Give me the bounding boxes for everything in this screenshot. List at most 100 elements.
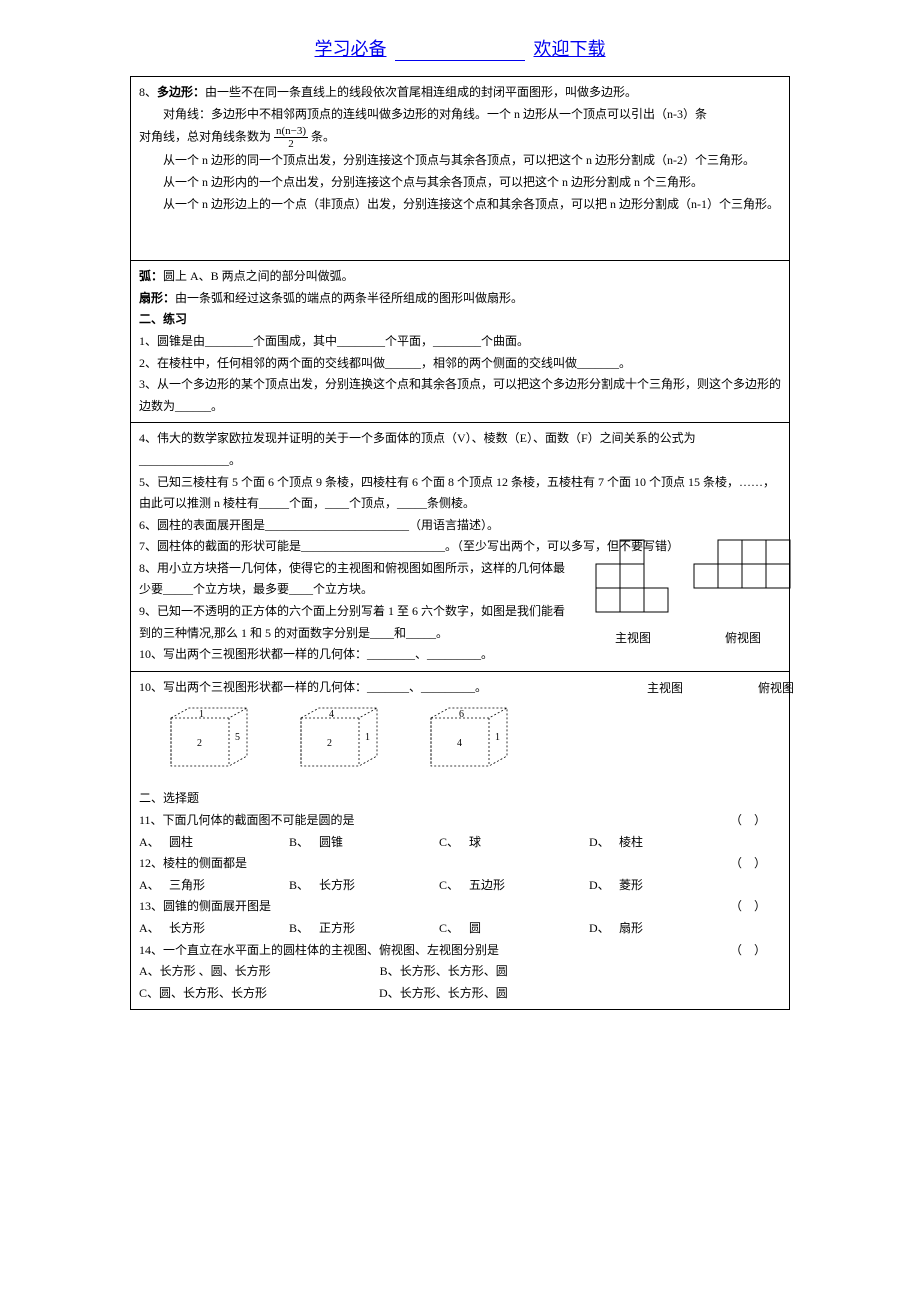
q4: 4、伟大的数学家欧拉发现并证明的关于一个多面体的顶点（V）、棱数（E）、面数（F… <box>139 428 781 471</box>
split-inside: 从一个 n 边形内的一个点出发，分别连接这个点与其余各顶点，可以把这个 n 边形… <box>139 172 781 194</box>
cube2-top: 4 <box>329 709 334 720</box>
split-vertex: 从一个 n 边形的同一个顶点出发，分别连接这个顶点与其余各顶点，可以把这个 n … <box>139 150 781 172</box>
front-view-label: 主视图 <box>594 628 672 650</box>
diag-count-b: 条。 <box>311 130 335 144</box>
arc-label: 弧： <box>139 269 163 283</box>
q1: 1、圆锥是由________个面围成，其中________个平面，_______… <box>139 331 781 353</box>
cube3-front: 4 <box>457 738 462 749</box>
q6: 6、圆柱的表面展开图是________________________（用语言描… <box>139 515 781 537</box>
q11-row: 11、下面几何体的截面图不可能是圆的是 （ ） <box>139 810 781 832</box>
opt-b: 长方形、长方形、圆 <box>400 961 508 983</box>
arc-text: 圆上 A、B 两点之间的部分叫做弧。 <box>163 269 354 283</box>
diag-count: 对角线，总对角线条数为 n(n−3) 2 条。 <box>139 125 781 150</box>
q14-text: 14、一个直立在水平面上的圆柱体的主视图、俯视图、左视图分别是 <box>139 943 499 957</box>
opt-c: 圆 <box>469 918 589 940</box>
opt-c: 五边形 <box>469 875 589 897</box>
section-arc-exercise: 弧：圆上 A、B 两点之间的部分叫做弧。 扇形：由一条弧和经过这条弧的端点的两条… <box>130 261 790 423</box>
poly-text: 由一些不在同一条直线上的线段依次首尾相连组成的封闭平面图形，叫做多边形。 <box>205 85 637 99</box>
frac-num: n(n−3) <box>274 125 308 138</box>
poly-def: 8、多边形：由一些不在同一条直线上的线段依次首尾相连组成的封闭平面图形，叫做多边… <box>139 82 781 104</box>
q12-paren: （ ） <box>730 853 766 875</box>
poly-label: 多边形： <box>157 85 205 99</box>
opt-d-lab: D、 <box>379 983 400 1005</box>
cube1-front: 2 <box>197 738 202 749</box>
q5: 5、已知三棱柱有 5 个面 6 个顶点 9 条棱，四棱柱有 6 个面 8 个顶点… <box>139 472 781 515</box>
top-view-2: 俯视图 <box>758 674 794 700</box>
split-edge: 从一个 n 边形边上的一个点（非顶点）出发，分别连接这个点和其余各顶点，可以把 … <box>139 194 781 216</box>
fan-def: 扇形：由一条弧和经过这条弧的端点的两条半径所组成的图形叫做扇形。 <box>139 288 781 310</box>
opt-d: 长方形、长方形、圆 <box>400 983 508 1005</box>
front-view-2: 主视图 <box>647 674 683 700</box>
main-content: 8、多边形：由一些不在同一条直线上的线段依次首尾相连组成的封闭平面图形，叫做多边… <box>130 76 790 1010</box>
q14-opts: A、长方形 、圆、长方形 B、长方形、长方形、圆 C、圆、长方形、长方形 D、长… <box>139 961 781 1004</box>
q11-opts: A、圆柱 B、圆锥 C、球 D、棱柱 <box>139 832 781 854</box>
q10: 10、写出两个三视图形状都一样的几何体：________、_________。 <box>139 644 579 666</box>
q9: 9、已知一不透明的正方体的六个面上分别写着 1 至 6 六个数字，如图是我们能看… <box>139 601 569 644</box>
front-view-grid <box>594 538 672 616</box>
diag-def: 对角线：多边形中不相邻两顶点的连线叫做多边形的对角线。一个 n 边形从一个顶点可… <box>139 104 781 126</box>
arc-def: 弧：圆上 A、B 两点之间的部分叫做弧。 <box>139 266 781 288</box>
q12-text: 12、棱柱的侧面都是 <box>139 856 247 870</box>
cube3-top: 6 <box>459 709 464 720</box>
opt-b: 圆锥 <box>319 832 439 854</box>
q13-paren: （ ） <box>730 896 766 918</box>
q13-text: 13、圆锥的侧面展开图是 <box>139 899 271 913</box>
header-left-link[interactable]: 学习必备 <box>315 39 387 59</box>
opt-c: 圆、长方形、长方形 <box>159 983 379 1005</box>
frac-den: 2 <box>274 138 308 150</box>
opt-d: 棱柱 <box>619 832 739 854</box>
fan-label: 扇形： <box>139 291 175 305</box>
cube-2: 4 2 1 <box>299 706 379 768</box>
top-view-label-2: 俯视图 <box>758 678 794 700</box>
header-right-link[interactable]: 欢迎下载 <box>534 39 606 59</box>
q11-text: 11、下面几何体的截面图不可能是圆的是 <box>139 813 355 827</box>
top-view-1: 俯视图 <box>692 538 794 649</box>
opt-c-lab: C、 <box>439 832 469 854</box>
cube2-side: 1 <box>365 732 370 743</box>
front-view-1: 主视图 <box>594 538 672 649</box>
figure-views-2: 主视图 俯视图 <box>647 674 794 700</box>
q14-row: 14、一个直立在水平面上的圆柱体的主视图、俯视图、左视图分别是 （ ） <box>139 940 781 962</box>
opt-b: 正方形 <box>319 918 439 940</box>
q13-opts: A、长方形 B、正方形 C、圆 D、扇形 <box>139 918 781 940</box>
q12-opts: A、三角形 B、长方形 C、五边形 D、菱形 <box>139 875 781 897</box>
q-num: 8、 <box>139 85 157 99</box>
opt-a: 三角形 <box>169 875 289 897</box>
opt-d: 菱形 <box>619 875 739 897</box>
fraction: n(n−3) 2 <box>274 125 308 150</box>
opt-d-lab: D、 <box>589 918 619 940</box>
top-view-grid <box>692 538 794 592</box>
opt-d: 扇形 <box>619 918 739 940</box>
opt-b-lab: B、 <box>289 918 319 940</box>
opt-b-lab: B、 <box>289 875 319 897</box>
opt-a: 长方形 、圆、长方形 <box>160 961 380 983</box>
opt-a: 圆柱 <box>169 832 289 854</box>
cube2-front: 2 <box>327 738 332 749</box>
cube-1: 1 2 5 <box>169 706 249 768</box>
q11-paren: （ ） <box>730 810 766 832</box>
opt-a-lab: A、 <box>139 875 169 897</box>
q2: 2、在棱柱中，任何相邻的两个面的交线都叫做______，相邻的两个侧面的交线叫做… <box>139 353 781 375</box>
opt-c-lab: C、 <box>139 983 159 1005</box>
page-header: 学习必备 欢迎下载 <box>0 0 920 76</box>
cube1-side: 5 <box>235 732 240 743</box>
opt-a-lab: A、 <box>139 918 169 940</box>
cube-figures: 1 2 5 4 2 1 6 4 1 <box>169 706 781 768</box>
opt-a-lab: A、 <box>139 832 169 854</box>
opt-b: 长方形 <box>319 875 439 897</box>
diag-count-a: 对角线，总对角线条数为 <box>139 130 271 144</box>
opt-d-lab: D、 <box>589 832 619 854</box>
q3: 3、从一个多边形的某个顶点出发，分别连换这个点和其余各顶点，可以把这个多边形分割… <box>139 374 781 417</box>
q10-dup: 10、写出两个三视图形状都一样的几何体：_______、_________。 <box>139 677 579 699</box>
top-view-label: 俯视图 <box>692 628 794 650</box>
front-view-label-2: 主视图 <box>647 678 683 700</box>
cube3-side: 1 <box>495 732 500 743</box>
fan-text: 由一条弧和经过这条弧的端点的两条半径所组成的图形叫做扇形。 <box>175 291 523 305</box>
opt-b-lab: B、 <box>289 832 319 854</box>
section-cubes-choice: 10、写出两个三视图形状都一样的几何体：_______、_________。 主… <box>130 672 790 1011</box>
opt-a: 长方形 <box>169 918 289 940</box>
opt-c-lab: C、 <box>439 875 469 897</box>
figure-views-1: 主视图 俯视图 <box>594 538 794 649</box>
opt-d-lab: D、 <box>589 875 619 897</box>
q12-row: 12、棱柱的侧面都是 （ ） <box>139 853 781 875</box>
